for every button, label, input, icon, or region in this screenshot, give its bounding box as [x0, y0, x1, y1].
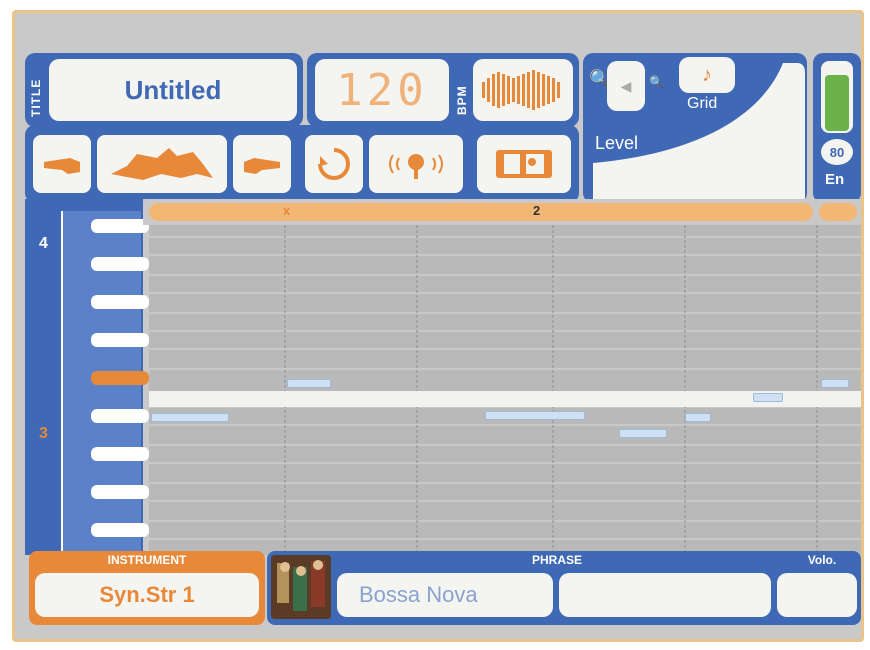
note-block[interactable] — [485, 411, 585, 420]
grid-lines — [149, 225, 861, 555]
hand-left-icon — [44, 158, 80, 174]
animal-silhouette-icon — [111, 148, 213, 180]
loop-icon — [318, 148, 350, 180]
film-icon — [496, 150, 552, 178]
octave-label-4: 4 — [39, 235, 48, 252]
phrase-label: PHRASE — [531, 553, 582, 567]
loop-button[interactable] — [305, 135, 363, 193]
tempo-waveform-button[interactable] — [473, 59, 573, 121]
note-block[interactable] — [287, 379, 331, 388]
note-block[interactable] — [685, 413, 711, 422]
phrase-secondary-field[interactable] — [559, 573, 771, 617]
piano-key[interactable] — [91, 295, 149, 309]
timeline-ruler-bg: x 2 — [143, 199, 861, 225]
note-block[interactable] — [619, 429, 667, 438]
piano-key[interactable] — [91, 447, 149, 461]
en-label: En — [825, 171, 845, 188]
volume-meter-fill — [825, 75, 849, 131]
instrument-value: Syn.Str 1 — [99, 582, 195, 607]
phrase-thumbnail[interactable] — [271, 555, 331, 619]
note-block[interactable] — [821, 379, 849, 388]
piano-key[interactable] — [91, 257, 149, 271]
octave-label-3: 3 — [39, 425, 48, 442]
volo-field[interactable] — [777, 573, 857, 617]
video-button[interactable] — [477, 135, 571, 193]
toolbar — [25, 125, 579, 203]
grid-level-panel: 🔍 ◀ 🔍 ♪ Grid Level — [583, 53, 807, 203]
title-label: TITLE — [29, 78, 43, 117]
piano-key[interactable] — [91, 219, 149, 233]
instrument-panel: INSTRUMENT Syn.Str 1 — [29, 551, 265, 625]
note-block[interactable] — [753, 393, 783, 402]
piano-key[interactable] — [91, 523, 149, 537]
volume-panel: 80 En — [813, 53, 861, 203]
note-block[interactable] — [151, 413, 229, 422]
timeline-ruler[interactable] — [149, 203, 813, 221]
title-field[interactable]: Untitled — [49, 59, 297, 121]
measure-marker-2: 2 — [533, 203, 541, 218]
rewind-button[interactable] — [33, 135, 91, 193]
speaker-icon — [389, 154, 443, 179]
piano-keyboard: 4 3 — [25, 199, 149, 555]
piano-key-active[interactable] — [91, 371, 149, 385]
measure-marker-1: x — [283, 203, 291, 218]
piano-key[interactable] — [91, 485, 149, 499]
volo-label: Volo. — [807, 553, 837, 567]
phrase-image-icon — [271, 555, 331, 619]
forward-button[interactable] — [233, 135, 291, 193]
timeline-ruler-end[interactable] — [819, 203, 857, 221]
instrument-selector[interactable]: Syn.Str 1 — [35, 573, 259, 617]
audition-button[interactable] — [369, 135, 463, 193]
tempo-display[interactable]: 120 — [315, 59, 449, 121]
phrase-selector[interactable]: Bossa Nova — [337, 573, 553, 617]
title-value: Untitled — [124, 74, 222, 105]
character-button[interactable] — [97, 135, 227, 193]
instrument-label: INSTRUMENT — [107, 553, 187, 567]
note-grid[interactable] — [149, 225, 861, 555]
tempo-panel: 120 BPM — [307, 53, 579, 127]
piano-key[interactable] — [91, 333, 149, 347]
app-window: TITLE Untitled 120 BPM 🔍 ◀ 🔍 ♪ Grid Leve… — [12, 10, 864, 642]
hand-right-icon — [244, 158, 280, 174]
phrase-panel: PHRASE Bossa Nova Volo. — [267, 551, 861, 625]
tempo-value: 120 — [336, 64, 428, 116]
piano-key[interactable] — [91, 409, 149, 423]
phrase-value: Bossa Nova — [359, 582, 478, 607]
level-meter-curve — [593, 63, 805, 203]
waveform-icon — [482, 70, 560, 110]
bpm-label: BPM — [455, 85, 469, 115]
title-panel: TITLE Untitled — [25, 53, 303, 127]
en-value-badge[interactable]: 80 — [821, 139, 853, 165]
